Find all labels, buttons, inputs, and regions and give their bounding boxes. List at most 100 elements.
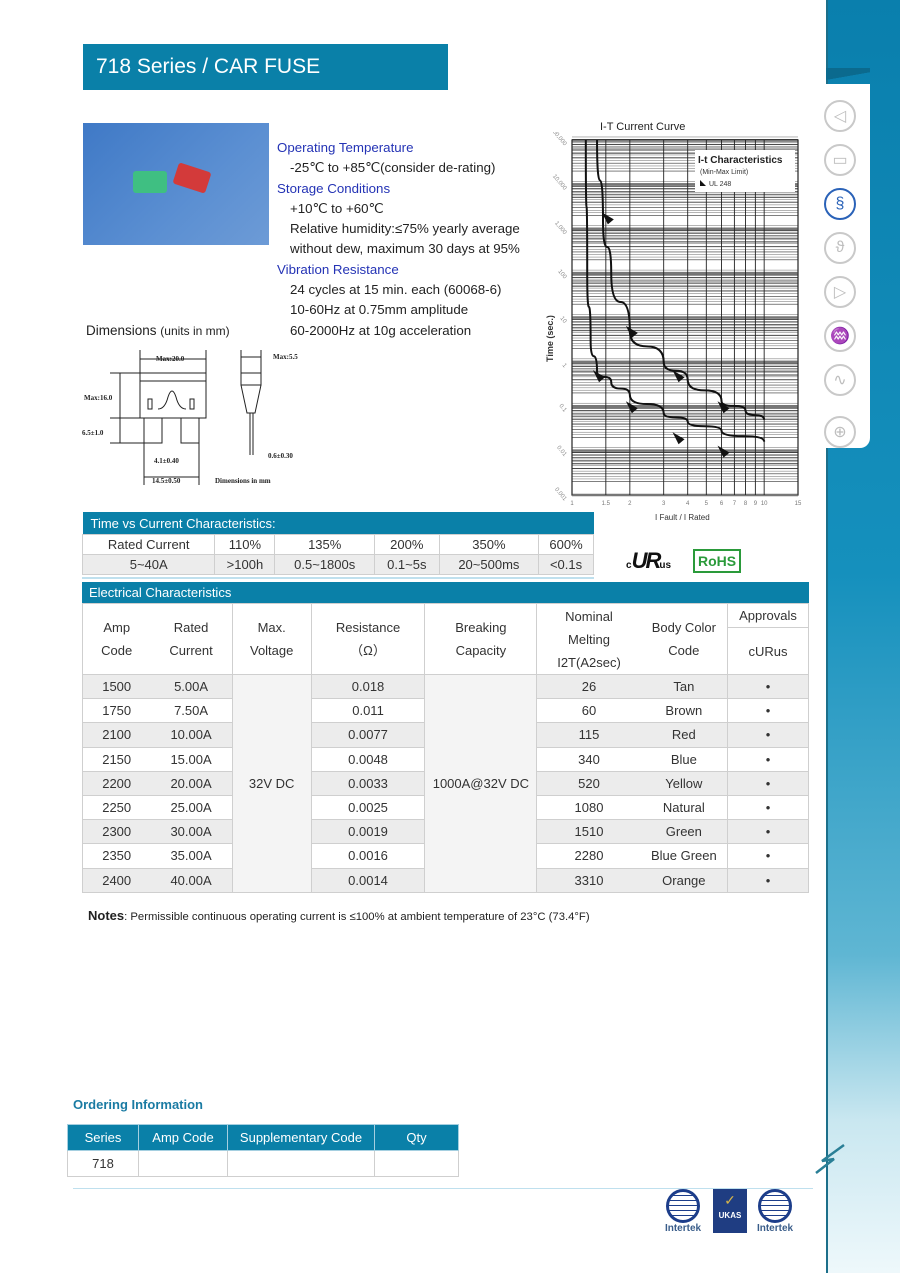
x-tick-label: 3 (662, 501, 666, 507)
ordering-amp-code (138, 1150, 228, 1177)
tvc-cell: <0.1s (538, 554, 594, 575)
time-vs-current-title: Time vs Current Characteristics: (82, 512, 594, 535)
y-tick-label: 1,000 (553, 221, 568, 237)
header-max-voltage: Max. Voltage (231, 603, 312, 675)
amp-code-cell: 2250 (82, 794, 151, 821)
y-tick-label: 10 (558, 316, 567, 325)
rated-current-cell: 35.00A (150, 843, 233, 869)
rated-current-cell: 15.00A (150, 746, 233, 772)
rohs-badge: RoHS (693, 549, 742, 573)
rated-current-cell: 25.00A (150, 794, 233, 821)
tvc-cell: 20~500ms (438, 554, 540, 575)
amp-code-cell: 2100 (82, 722, 151, 748)
fuse-element (157, 390, 187, 410)
body-color-cell: Blue (640, 746, 728, 772)
rated-current-cell: 20.00A (150, 770, 233, 796)
spec-line: +10℃ to +60℃ (290, 200, 384, 216)
intertek-logo: Intertek (754, 1189, 796, 1234)
electrical-characteristics-title: Electrical Characteristics (82, 582, 809, 603)
fuse-icon[interactable]: § (824, 188, 856, 220)
diode-icon[interactable]: ◁ (824, 100, 856, 132)
dimensions-units: (units in mm) (160, 324, 230, 338)
globe-icon[interactable]: ⊕ (824, 416, 856, 448)
amp-code-cell: 2300 (82, 819, 151, 845)
ordering-header-amp-code: Amp Code (138, 1124, 228, 1151)
table-row: 5~40A >100h 0.5~1800s 0.1~5s 20~500ms <0… (81, 554, 594, 575)
header-rated-current: Rated Current (150, 603, 233, 675)
curus-cell: • (727, 794, 809, 821)
resistance-cell: 0.0025 (310, 794, 426, 821)
tvc-cell: >100h (214, 554, 276, 575)
max-voltage-cell: 32V DC (231, 674, 312, 893)
header-i2t: Nominal Melting I2T(A2sec) (536, 603, 641, 675)
i2t-cell: 2280 (536, 843, 641, 869)
thermistor-icon[interactable]: ϑ (824, 232, 856, 264)
rated-current-cell: 40.00A (150, 867, 233, 893)
product-photo (83, 123, 269, 245)
dimensions-title: Dimensions (86, 323, 157, 338)
ul-recognized-logo: cURus (626, 548, 671, 574)
ordering-information-title: Ordering Information (73, 1097, 203, 1112)
dimension-drawing: Max:20.0 Max:5.5 Max:16.0 6.5±1.0 4.1±0.… (82, 350, 298, 485)
ul-us: us (659, 560, 672, 571)
body-color-cell: Orange (640, 867, 728, 893)
y-tick-label: 1 (561, 363, 568, 370)
connector-icon[interactable]: ▷ (824, 276, 856, 308)
tvc-header: 135% (274, 534, 375, 555)
notes: Notes: Permissible continuous operating … (88, 908, 590, 923)
resistance-cell: 0.0077 (310, 722, 426, 748)
dimensions-label: Dimensions (units in mm) (86, 323, 230, 338)
header-breaking-capacity: Breaking Capacity (424, 603, 538, 675)
inductor-icon[interactable]: ∿ (824, 364, 856, 396)
rated-current-cell: 7.50A (150, 698, 233, 724)
dim-callout: 14.5±0.50 (152, 477, 181, 485)
rated-current-cell: 10.00A (150, 722, 233, 748)
specifications: Operating Temperature -25℃ to +85℃(consi… (277, 138, 520, 341)
header-body-color: Body Color Code (640, 603, 728, 675)
spec-line: 10-60Hz at 0.75mm amplitude (290, 302, 469, 318)
i2t-cell: 26 (536, 673, 641, 700)
rated-current-cell: 30.00A (150, 819, 233, 845)
x-tick-label: 1 (570, 501, 574, 507)
curus-cell: • (727, 819, 809, 845)
book-icon[interactable]: ▭ (824, 144, 856, 176)
ordering-series: 718 (67, 1150, 139, 1177)
legend-title: I-t Characteristics (698, 155, 783, 166)
table-row: 718 (67, 1150, 459, 1177)
x-tick-label: 9 (754, 501, 758, 507)
resistance-cell: 0.0014 (310, 867, 426, 893)
curus-cell: • (727, 673, 809, 700)
globe-icon (666, 1189, 700, 1223)
resistance-cell: 0.0033 (310, 770, 426, 796)
fuse-body-outline (139, 372, 207, 419)
i2t-cell: 3310 (536, 867, 641, 893)
curus-cell: • (727, 722, 809, 748)
curus-cell: • (727, 698, 809, 724)
body-color-cell: Red (640, 722, 728, 748)
i2t-cell: 60 (536, 698, 641, 724)
legend-subtitle: (Min-Max Limit) (700, 169, 748, 176)
amp-code-cell: 2150 (82, 746, 151, 772)
x-tick-label: 10 (761, 501, 768, 507)
x-axis-label: I Fault / I Rated (655, 513, 710, 522)
gas-tube-icon[interactable]: ♒ (824, 320, 856, 352)
green-fuse-image (133, 171, 167, 193)
y-tick-label: 0.1 (557, 403, 567, 414)
ordering-header-supplementary-code: Supplementary Code (227, 1124, 375, 1151)
tvc-cell: 0.1~5s (373, 554, 440, 575)
tvc-header: 200% (373, 534, 440, 555)
chart-legend: I-t Characteristics (Min-Max Limit) UL 2… (695, 150, 795, 192)
storage-conditions-heading: Storage Conditions (277, 180, 391, 196)
body-color-cell: Tan (640, 673, 728, 700)
i2t-cell: 1510 (536, 819, 641, 845)
dim-callout: Max:16.0 (84, 394, 113, 402)
i2t-cell: 520 (536, 770, 641, 796)
notes-label: Notes (88, 908, 125, 923)
ukas-logo: ✓ UKAS (713, 1189, 747, 1233)
dim-callout: 0.6±0.30 (268, 452, 293, 460)
table-row: 1500 5.00A 32V DC 0.018 1000A@32V DC 26 Tan • (82, 673, 809, 893)
resistance-cell: 0.0019 (310, 819, 426, 845)
i2t-cell: 340 (536, 746, 641, 772)
dimensions-caption: Dimensions in mm (215, 477, 271, 485)
amp-code-cell: 1750 (82, 698, 151, 724)
